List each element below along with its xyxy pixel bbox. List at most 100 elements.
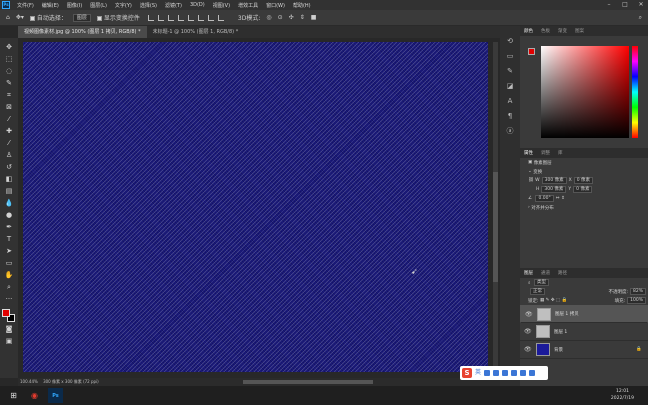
saturation-value-field[interactable] bbox=[541, 46, 629, 138]
align-top-icon[interactable] bbox=[177, 14, 184, 21]
layer-name[interactable]: 图层 1 bbox=[554, 329, 567, 335]
tab-adjustments[interactable]: 调整 bbox=[537, 150, 554, 156]
character-icon[interactable]: A bbox=[506, 97, 515, 106]
frame-tool-icon[interactable]: ⊠ bbox=[4, 102, 14, 112]
more-tools-icon[interactable]: ··· bbox=[4, 294, 14, 304]
foreground-color-swatch[interactable] bbox=[2, 309, 10, 317]
toolbox-icon[interactable] bbox=[529, 370, 536, 376]
tab-gradients[interactable]: 渐变 bbox=[554, 28, 571, 34]
3d-rotate-icon[interactable]: ◎ bbox=[266, 14, 271, 21]
layer-filter-dropdown[interactable]: 类型 bbox=[533, 279, 549, 286]
home-icon[interactable]: ⌂ bbox=[6, 14, 10, 21]
tab-properties[interactable]: 属性 bbox=[520, 150, 537, 156]
tab-jeans-image[interactable]: 视频图像素材.jpg @ 100% (图层 1 拷贝, RGB/8) * bbox=[18, 26, 147, 38]
quick-select-tool-icon[interactable]: ✎ bbox=[4, 78, 14, 88]
tab-paths[interactable]: 路径 bbox=[554, 270, 571, 276]
type-tool-icon[interactable]: T bbox=[4, 234, 14, 244]
eraser-tool-icon[interactable]: ◧ bbox=[4, 174, 14, 184]
opacity-field[interactable]: 82% bbox=[629, 288, 646, 295]
path-select-tool-icon[interactable]: ➤ bbox=[4, 246, 14, 256]
3d-scale-icon[interactable]: ■ bbox=[311, 14, 317, 21]
transform-section[interactable]: ⌄ 变换 bbox=[520, 167, 648, 176]
3d-drag-icon[interactable]: ✣ bbox=[289, 14, 294, 21]
move-tool-icon[interactable]: ✥ bbox=[4, 42, 14, 52]
align-bottom-icon[interactable] bbox=[197, 14, 204, 21]
glyphs-icon[interactable]: ⓐ bbox=[506, 127, 515, 136]
eye-icon[interactable]: 👁 bbox=[525, 311, 533, 318]
link-icon[interactable]: ⛓ bbox=[528, 178, 535, 183]
align-middle-icon[interactable] bbox=[187, 14, 194, 21]
tab-swatches[interactable]: 色板 bbox=[537, 28, 554, 34]
tab-libraries[interactable]: 库 bbox=[554, 150, 567, 156]
menu-help[interactable]: 帮助(H) bbox=[289, 2, 315, 9]
menu-3d[interactable]: 3D(D) bbox=[186, 2, 209, 8]
tab-patterns[interactable]: 图案 bbox=[571, 28, 588, 34]
eye-icon[interactable]: 👁 bbox=[524, 328, 532, 335]
document-canvas[interactable] bbox=[23, 42, 488, 372]
flip-v-icon[interactable]: ⇕ bbox=[561, 196, 565, 201]
width-field[interactable]: 300 像素 bbox=[541, 177, 567, 184]
tab-color[interactable]: 颜色 bbox=[520, 28, 537, 34]
voice-icon[interactable] bbox=[502, 370, 509, 376]
zoom-level[interactable]: 100.44% bbox=[20, 379, 38, 384]
quick-mask-icon[interactable]: ◙ bbox=[4, 324, 14, 334]
search-icon[interactable]: ⌕ bbox=[639, 14, 642, 22]
marquee-tool-icon[interactable]: ⬚ bbox=[4, 54, 14, 64]
vertical-scrollbar[interactable] bbox=[493, 42, 498, 372]
auto-select-dropdown[interactable]: 图层 bbox=[72, 13, 91, 22]
height-field[interactable]: 300 像素 bbox=[541, 186, 567, 193]
y-field[interactable]: 0 像素 bbox=[573, 186, 593, 193]
maximize-icon[interactable]: □ bbox=[618, 0, 632, 10]
distribute-icon[interactable] bbox=[207, 14, 214, 21]
healing-brush-tool-icon[interactable]: ✚ bbox=[4, 126, 14, 136]
auto-select-checkbox[interactable]: 自动选择： bbox=[29, 13, 67, 22]
brush-settings-icon[interactable]: ✎ bbox=[506, 67, 515, 76]
menu-select[interactable]: 选择(S) bbox=[136, 2, 161, 9]
menu-window[interactable]: 窗口(W) bbox=[262, 2, 289, 9]
ime-language[interactable]: 英 bbox=[475, 370, 481, 376]
zoom-tool-icon[interactable]: ⌕ bbox=[4, 282, 14, 292]
auto-select-check-icon[interactable] bbox=[29, 16, 35, 21]
horizontal-scroll-thumb[interactable] bbox=[243, 380, 373, 384]
windows-start-icon[interactable]: ⊞ bbox=[6, 388, 21, 403]
align-section[interactable]: › 对齐并分布 bbox=[520, 203, 648, 212]
pen-tool-icon[interactable]: ✒ bbox=[4, 222, 14, 232]
system-clock[interactable]: 12:01 2022/7/19 bbox=[611, 388, 634, 402]
color-swatches[interactable] bbox=[2, 309, 16, 323]
sogou-logo-icon[interactable]: S bbox=[462, 368, 472, 378]
minimize-icon[interactable]: – bbox=[602, 0, 616, 10]
align-center-icon[interactable] bbox=[157, 14, 164, 21]
doc-info[interactable]: 300 像素 x 300 像素 (72 ppi) bbox=[43, 379, 99, 384]
eye-icon[interactable]: 👁 bbox=[524, 346, 532, 353]
foreground-color-chip[interactable] bbox=[528, 48, 535, 55]
3d-roll-icon[interactable]: ⊙ bbox=[278, 14, 283, 21]
menu-layer[interactable]: 图层(L) bbox=[86, 2, 111, 9]
photoshop-taskbar-icon[interactable]: Ps bbox=[48, 388, 63, 403]
lock-icons[interactable]: ▦ ✎ ✥ ⬚ 🔒 bbox=[539, 298, 567, 303]
close-icon[interactable]: ✕ bbox=[634, 0, 648, 10]
tab-channels[interactable]: 通道 bbox=[537, 270, 554, 276]
browser-icon[interactable]: ◉ bbox=[27, 388, 42, 403]
align-right-icon[interactable] bbox=[167, 14, 174, 21]
menu-edit[interactable]: 编辑(E) bbox=[38, 2, 63, 9]
transform-check-icon[interactable] bbox=[96, 16, 102, 21]
hand-tool-icon[interactable]: ✋ bbox=[4, 270, 14, 280]
skin-icon[interactable] bbox=[520, 370, 527, 376]
show-transform-checkbox[interactable]: 显示变换控件 bbox=[96, 13, 140, 22]
rectangle-tool-icon[interactable]: ▭ bbox=[4, 258, 14, 268]
history-icon[interactable]: ⟲ bbox=[506, 37, 515, 46]
3d-mode-label[interactable]: 3D模式: bbox=[238, 13, 260, 22]
menu-plugins[interactable]: 增效工具 bbox=[234, 2, 262, 9]
screen-mode-icon[interactable]: ▣ bbox=[4, 336, 14, 346]
angle-field[interactable]: 0.00° bbox=[535, 195, 554, 202]
3d-slide-icon[interactable]: ⇕ bbox=[300, 14, 305, 21]
filter-search-icon[interactable]: ⌕ bbox=[528, 280, 532, 286]
layer-row[interactable]: 👁 背景 🔒 bbox=[520, 341, 648, 359]
blur-tool-icon[interactable]: 💧 bbox=[4, 198, 14, 208]
keyboard-icon[interactable] bbox=[511, 370, 518, 376]
more-align-icon[interactable] bbox=[217, 14, 224, 21]
menu-filter[interactable]: 滤镜(T) bbox=[161, 2, 186, 9]
menu-file[interactable]: 文件(F) bbox=[13, 2, 38, 9]
layer-name[interactable]: 图层 1 拷贝 bbox=[555, 311, 579, 318]
tab-layers[interactable]: 图层 bbox=[520, 270, 537, 276]
